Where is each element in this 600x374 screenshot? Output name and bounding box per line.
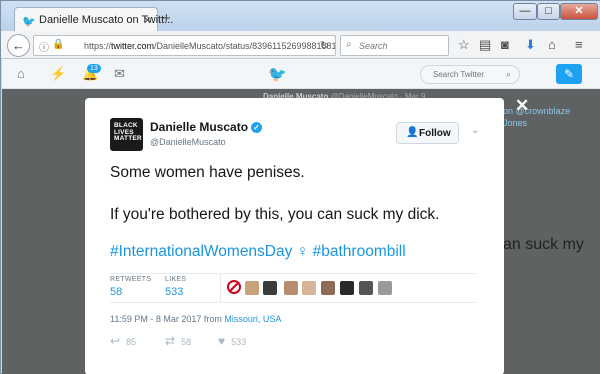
no-sign-icon [227, 280, 241, 294]
browser-tab[interactable]: 🐦 Danielle Muscato on Twitt... × [14, 7, 173, 32]
reply-icon: ↩ [110, 334, 121, 348]
notification-count-badge: 13 [87, 64, 101, 73]
liker-avatar[interactable] [340, 281, 354, 295]
new-tab-button[interactable]: + [162, 10, 171, 27]
liker-avatar[interactable] [378, 281, 392, 295]
user-handle[interactable]: @DanielleMuscato [150, 137, 226, 147]
chevron-down-icon[interactable]: ⌄ [471, 125, 479, 136]
follow-person-icon: 👤 [406, 127, 419, 138]
likes-value: 533 [165, 286, 184, 298]
hashtag-bathroombill[interactable]: #bathroombill [313, 243, 406, 260]
browser-search-field[interactable]: ⌕ Search [340, 35, 449, 56]
hashtag-international-womens-day[interactable]: #InternationalWomensDay [110, 243, 292, 260]
twitter-nav-bar: ⌂ ⚡ 🔔 13 ✉ 🐦 Search Twitter ⌕ ✎ [2, 59, 600, 89]
back-button[interactable]: ← [7, 34, 30, 57]
liker-avatar[interactable] [302, 281, 316, 295]
url-prefix: https:// [84, 41, 112, 51]
background-reply-context: on @crownblaze Jones [503, 105, 570, 129]
tweet-hashtags: #InternationalWomensDay ♀ #bathroombill [110, 243, 406, 261]
url-bar[interactable]: ⓘ 🔒 https://twitter.com/DanielleMuscato/… [33, 35, 336, 56]
liker-avatar[interactable] [284, 281, 298, 295]
bookmark-star-icon[interactable]: ☆ [458, 37, 470, 53]
twitter-search-icon: ⌕ [505, 69, 511, 79]
retweets-label: RETWEETS [110, 276, 152, 283]
retweet-count: 58 [181, 337, 192, 347]
home-icon[interactable]: ⌂ [548, 37, 556, 52]
browser-window: 🐦 Danielle Muscato on Twitt... × + — □ ✕… [0, 0, 600, 374]
moments-nav-icon[interactable]: ⚡ [50, 66, 66, 82]
female-sign-emoji: ♀ [296, 243, 309, 260]
retweets-stat[interactable]: RETWEETS 58 [110, 276, 151, 298]
background-reply-to-2: Jones [503, 118, 528, 128]
liker-avatar[interactable] [263, 281, 277, 295]
follow-button[interactable]: 👤 Follow [396, 122, 459, 144]
display-name-text[interactable]: Danielle Muscato [150, 120, 248, 134]
reload-icon[interactable]: ↻ [320, 39, 329, 52]
retweets-value: 58 [110, 286, 123, 298]
timestamp-text: 11:59 PM - 8 Mar 2017 from [110, 314, 222, 324]
navigation-toolbar: ← ⓘ 🔒 https://twitter.com/DanielleMuscat… [1, 31, 600, 59]
window-close-button[interactable]: ✕ [560, 3, 598, 20]
stats-top-divider [110, 273, 477, 274]
twitter-bird-icon: 🐦 [22, 16, 36, 28]
menu-icon[interactable]: ≡ [575, 37, 583, 52]
background-reply-to: on @crownblaze [503, 106, 571, 116]
tweet-text-line-2: If you're bothered by this, you can suck… [110, 206, 440, 223]
home-nav-icon[interactable]: ⌂ [17, 66, 25, 81]
browser-search-placeholder: Search [359, 41, 388, 51]
heart-icon: ♥ [218, 334, 226, 348]
messages-nav-icon[interactable]: ✉ [114, 66, 125, 82]
verified-badge-icon: ✓ [251, 122, 263, 133]
avatar[interactable]: BLACK LIVES MATTER [110, 118, 143, 151]
liker-avatar[interactable] [321, 281, 335, 295]
lock-icon: 🔒 [52, 39, 65, 50]
url-domain: twitter.com [111, 41, 155, 51]
like-action[interactable]: ♥ 533 [218, 334, 246, 348]
liker-avatar[interactable] [245, 281, 259, 295]
search-icon: ⌕ [346, 39, 352, 50]
minimize-button[interactable]: — [513, 3, 537, 20]
maximize-button[interactable]: □ [537, 3, 560, 20]
compose-tweet-button[interactable]: ✎ [556, 64, 582, 84]
like-count: 533 [231, 337, 247, 347]
reply-action[interactable]: ↩ 85 [110, 334, 136, 348]
liker-avatar[interactable] [227, 280, 241, 295]
reply-count: 85 [126, 337, 137, 347]
retweet-action[interactable]: ⇄ 58 [165, 334, 191, 348]
twitter-search-placeholder: Search Twitter [433, 70, 484, 79]
info-icon[interactable]: ⓘ [39, 39, 49, 54]
likes-label: LIKES [165, 276, 187, 283]
tweet-timestamp: 11:59 PM - 8 Mar 2017 from Missouri, USA [110, 314, 281, 324]
reading-list-icon[interactable]: ▤ [479, 37, 491, 53]
display-name[interactable]: Danielle Muscato ✓ [150, 120, 263, 134]
tweet-text-line-1: Some women have penises. [110, 164, 305, 181]
stats-separator [220, 274, 221, 302]
stats-bottom-divider [110, 302, 477, 303]
location-link[interactable]: Missouri, USA [224, 314, 281, 324]
follow-label: Follow [419, 128, 451, 139]
retweet-icon: ⇄ [165, 334, 176, 348]
tab-close-icon[interactable]: × [144, 13, 151, 27]
download-icon[interactable]: ⬇ [525, 37, 536, 53]
likes-stat[interactable]: LIKES 533 [165, 276, 186, 298]
tab-bar: 🐦 Danielle Muscato on Twitt... × + — □ ✕ [1, 1, 600, 32]
liker-avatar[interactable] [359, 281, 373, 295]
url-path: /DanielleMuscato/status/8396115269988188… [154, 41, 336, 51]
background-tweet-text: an suck my [503, 236, 584, 253]
twitter-logo-icon[interactable]: 🐦 [268, 65, 287, 83]
tab-title: Danielle Muscato on Twitt... [39, 14, 174, 26]
pocket-icon[interactable]: ◙ [501, 37, 509, 52]
tweet-modal: BLACK LIVES MATTER Danielle Muscato ✓ @Da… [85, 98, 504, 374]
modal-close-icon[interactable]: ✕ [515, 96, 529, 116]
twitter-search-input[interactable]: Search Twitter ⌕ [420, 65, 520, 84]
